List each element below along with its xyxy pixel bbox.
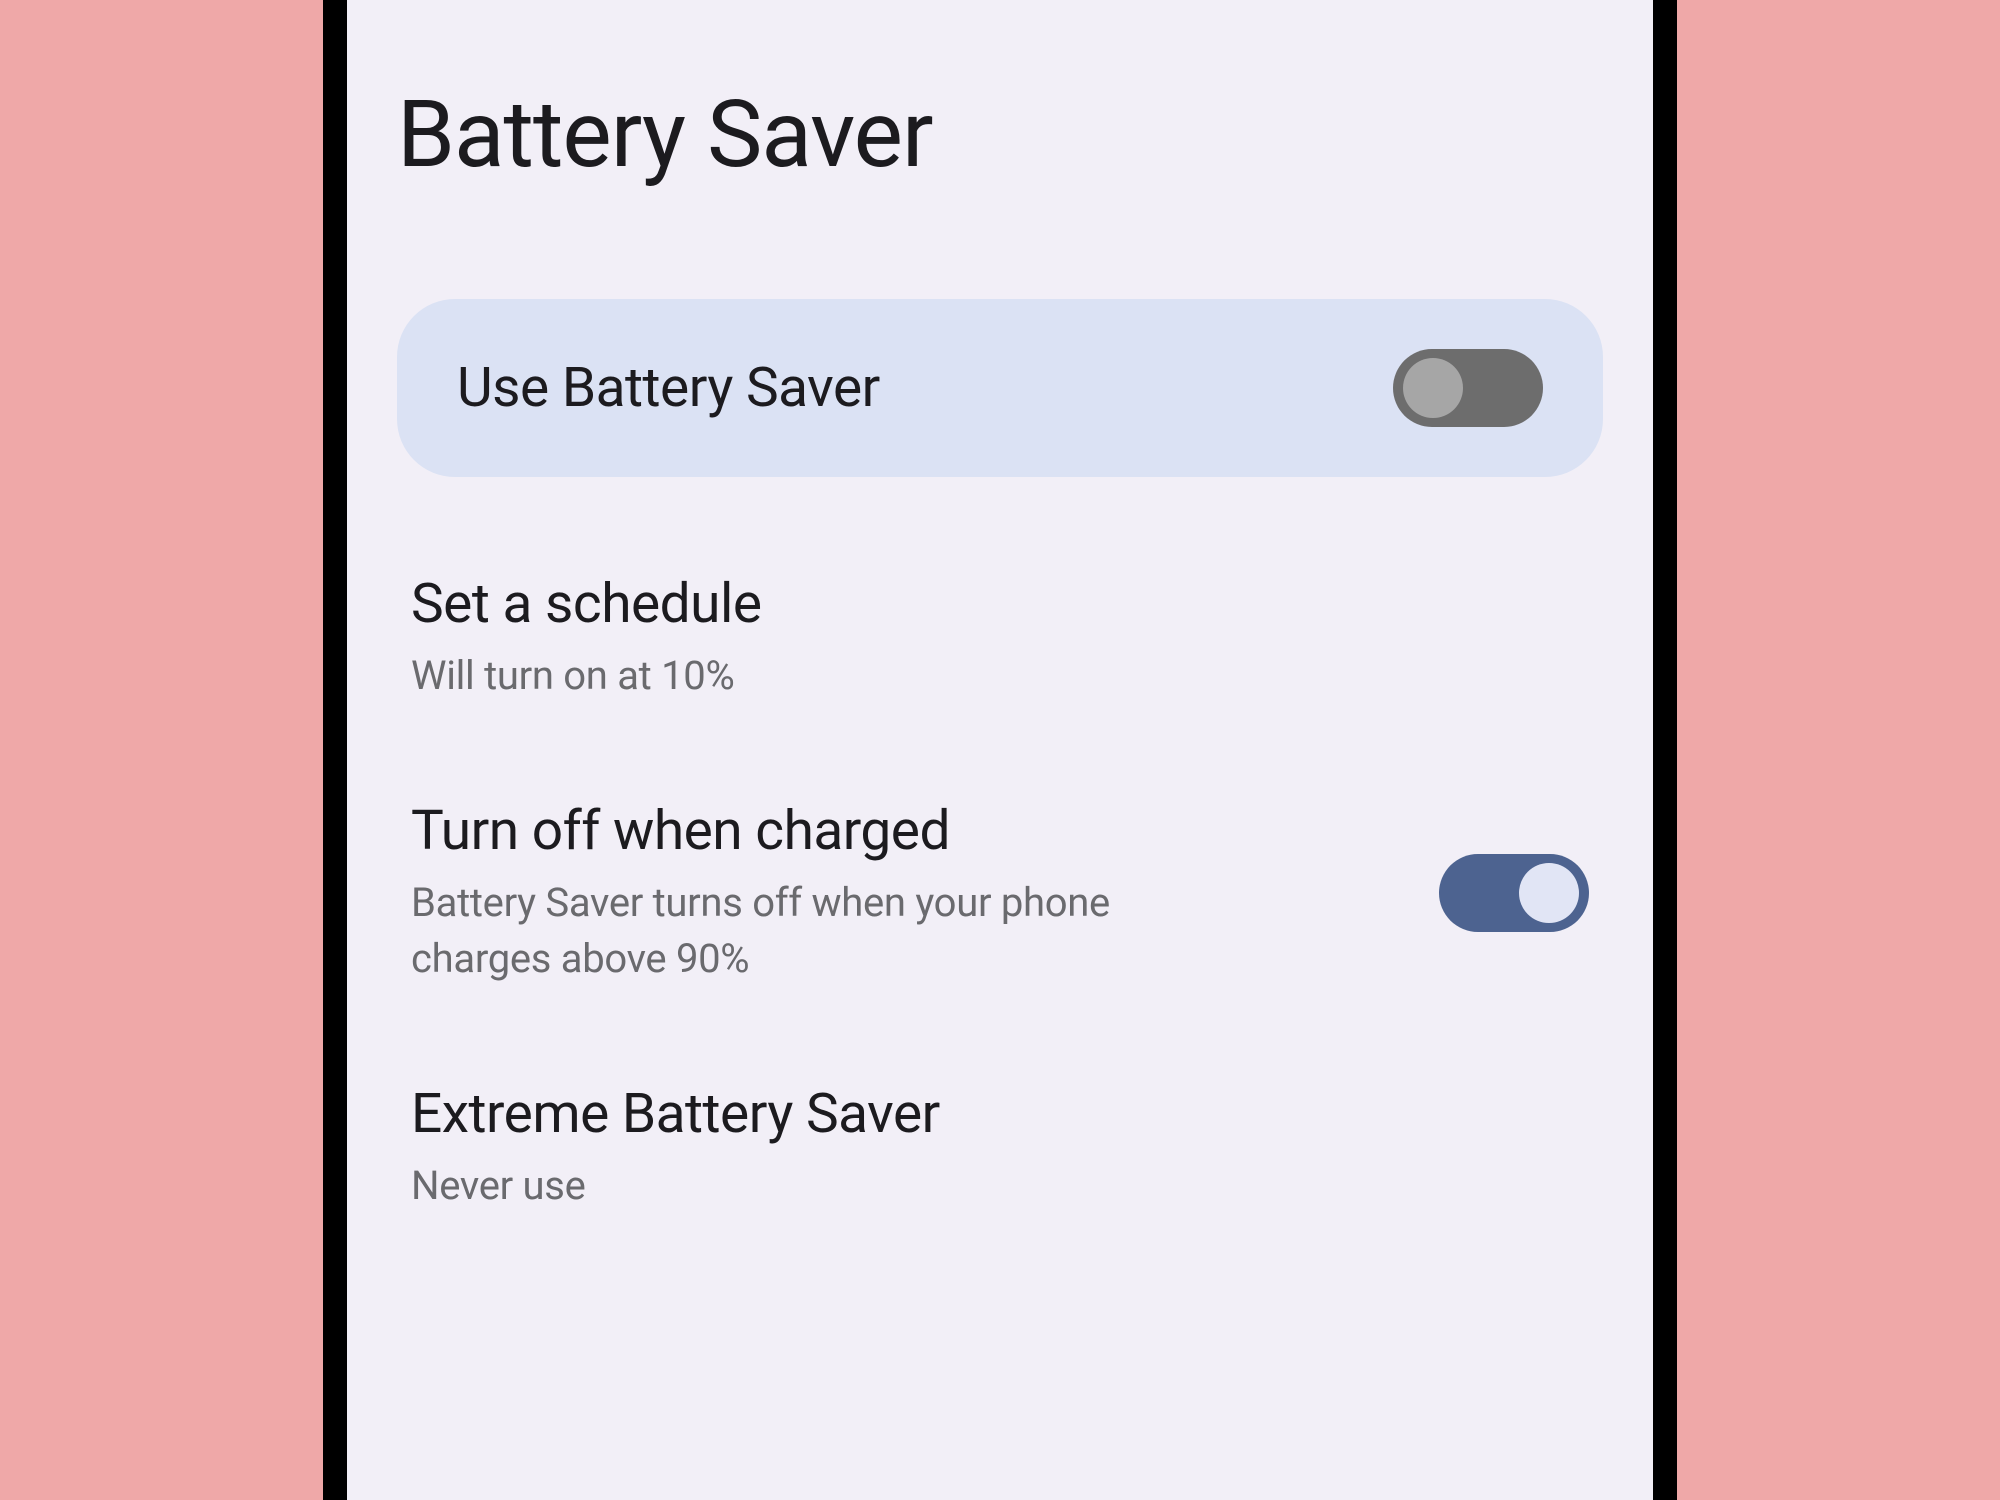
setting-text-group: Extreme Battery Saver Never use [411,1082,940,1214]
phone-frame: Battery Saver Use Battery Saver Set a sc… [323,0,1677,1500]
page-title: Battery Saver [397,80,1603,189]
turn-off-charged-toggle[interactable] [1439,854,1589,932]
extreme-battery-saver-title: Extreme Battery Saver [411,1082,940,1146]
use-battery-saver-label: Use Battery Saver [457,356,880,420]
setting-text-group: Turn off when charged Battery Saver turn… [411,799,1231,987]
turn-off-charged-row[interactable]: Turn off when charged Battery Saver turn… [397,799,1603,987]
turn-off-charged-subtitle: Battery Saver turns off when your phone … [411,875,1231,987]
toggle-thumb-icon [1403,358,1463,418]
toggle-thumb-icon [1519,863,1579,923]
turn-off-charged-title: Turn off when charged [411,799,1231,863]
extreme-battery-saver-row[interactable]: Extreme Battery Saver Never use [397,1082,1603,1214]
use-battery-saver-card[interactable]: Use Battery Saver [397,299,1603,477]
setting-text-group: Set a schedule Will turn on at 10% [411,572,762,704]
settings-screen: Battery Saver Use Battery Saver Set a sc… [347,0,1653,1500]
set-schedule-title: Set a schedule [411,572,762,636]
extreme-battery-saver-subtitle: Never use [411,1158,940,1214]
set-schedule-row[interactable]: Set a schedule Will turn on at 10% [397,572,1603,704]
use-battery-saver-toggle[interactable] [1393,349,1543,427]
set-schedule-subtitle: Will turn on at 10% [411,648,762,704]
